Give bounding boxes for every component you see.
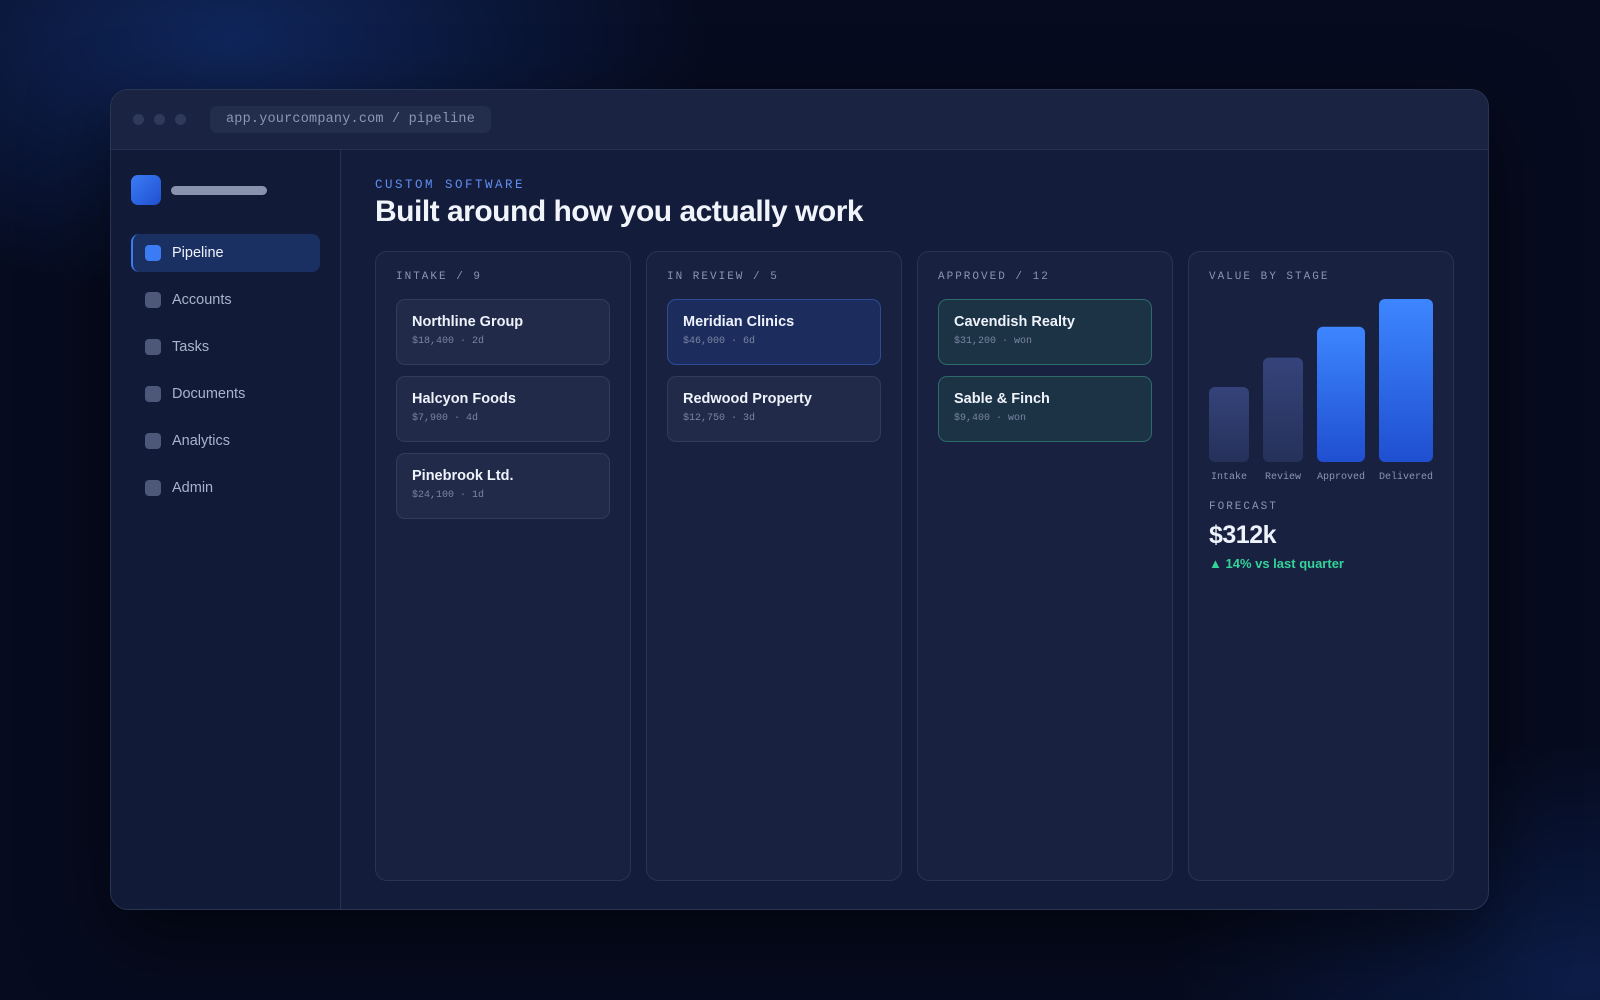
deal-meta: $18,400 · 2d xyxy=(412,336,485,347)
title-bar: app.yourcompany.com / pipeline xyxy=(111,90,1488,150)
square-icon xyxy=(145,292,161,308)
tick-label-delivered: Delivered xyxy=(1379,471,1433,483)
square-icon xyxy=(145,386,161,402)
square-icon xyxy=(145,245,161,261)
square-icon xyxy=(145,339,161,355)
deal-name: Redwood Property xyxy=(683,391,812,407)
column-title: INTAKE / 9 xyxy=(396,271,483,283)
deal-meta: $9,400 · won xyxy=(954,413,1027,424)
deal-card[interactable]: Pinebrook Ltd. $24,100 · 1d xyxy=(396,453,610,519)
sidebar-item-tasks[interactable]: Tasks xyxy=(131,328,320,366)
main-content: CUSTOM SOFTWARE Built around how you act… xyxy=(341,150,1488,909)
tick-label-approved: Approved xyxy=(1317,471,1365,483)
column-in-review: IN REVIEW / 5 Meridian Clinics $46,000 ·… xyxy=(646,251,902,881)
sidebar-item-admin[interactable]: Admin xyxy=(131,469,320,507)
deal-name: Halcyon Foods xyxy=(412,391,516,407)
value-by-stage-panel: VALUE BY STAGE Intake Review Approved Deliv… xyxy=(1188,251,1454,881)
deal-name: Pinebrook Ltd. xyxy=(412,468,514,484)
sidebar-item-label: Documents xyxy=(172,386,246,402)
tick-label-review: Review xyxy=(1265,471,1301,483)
panel-title: VALUE BY STAGE xyxy=(1209,271,1330,283)
sidebar-nav: Pipeline Accounts Tasks Documents Analyt… xyxy=(131,234,320,507)
deal-meta: $24,100 · 1d xyxy=(412,490,485,501)
sidebar-item-label: Tasks xyxy=(172,339,210,355)
sidebar-item-analytics[interactable]: Analytics xyxy=(131,422,320,460)
minimize-window-dot[interactable] xyxy=(154,114,165,125)
square-icon xyxy=(145,433,161,449)
value-by-stage-chart: Intake Review Approved Delivered xyxy=(1209,299,1433,489)
sidebar-item-pipeline[interactable]: Pipeline xyxy=(131,234,320,272)
forecast-label: FORECAST xyxy=(1209,501,1278,513)
sidebar-item-accounts[interactable]: Accounts xyxy=(131,281,320,319)
deal-name: Northline Group xyxy=(412,314,524,330)
deal-meta: $7,900 · 4d xyxy=(412,413,479,424)
column-approved: APPROVED / 12 Cavendish Realty $31,200 ·… xyxy=(917,251,1173,881)
sidebar-item-label: Pipeline xyxy=(172,245,224,261)
sidebar-item-label: Analytics xyxy=(172,433,231,449)
column-title: APPROVED / 12 xyxy=(938,271,1050,283)
brand[interactable] xyxy=(131,175,320,205)
column-title: IN REVIEW / 5 xyxy=(667,271,779,283)
deal-meta: $46,000 · 6d xyxy=(683,336,756,347)
bar-delivered xyxy=(1379,299,1433,462)
brand-name-placeholder xyxy=(171,185,267,195)
page-eyebrow: CUSTOM SOFTWARE xyxy=(375,178,526,192)
maximize-window-dot[interactable] xyxy=(175,114,186,125)
bar-chart-svg: Intake Review Approved Delivered xyxy=(1209,299,1433,483)
deal-meta: $12,750 · 3d xyxy=(683,413,756,424)
deal-name: Sable & Finch xyxy=(954,391,1050,407)
deal-name: Meridian Clinics xyxy=(683,314,795,330)
deal-card[interactable]: Redwood Property $12,750 · 3d xyxy=(667,376,881,442)
bar-approved xyxy=(1317,326,1365,462)
deal-card[interactable]: Northline Group $18,400 · 2d xyxy=(396,299,610,365)
pipeline-board: INTAKE / 9 Northline Group $18,400 · 2d … xyxy=(375,251,1454,881)
bar-intake xyxy=(1209,387,1249,462)
tick-label-intake: Intake xyxy=(1211,471,1247,483)
forecast-delta: ▲ 14% vs last quarter xyxy=(1209,556,1344,571)
square-icon xyxy=(145,480,161,496)
deal-meta: $31,200 · won xyxy=(954,336,1033,347)
app-window: app.yourcompany.com / pipeline Pipeline … xyxy=(110,89,1489,910)
deal-card[interactable]: Sable & Finch $9,400 · won xyxy=(938,376,1152,442)
logo-icon xyxy=(131,175,161,205)
deal-card[interactable]: Meridian Clinics $46,000 · 6d xyxy=(667,299,881,365)
deal-name: Cavendish Realty xyxy=(954,314,1075,330)
sidebar-item-label: Admin xyxy=(172,480,214,496)
sidebar-item-label: Accounts xyxy=(172,292,232,308)
forecast-value: $312k xyxy=(1209,521,1277,549)
close-window-dot[interactable] xyxy=(133,114,144,125)
address-bar[interactable]: app.yourcompany.com / pipeline xyxy=(210,106,492,133)
sidebar: Pipeline Accounts Tasks Documents Analyt… xyxy=(111,150,341,909)
deal-card[interactable]: Cavendish Realty $31,200 · won xyxy=(938,299,1152,365)
column-intake: INTAKE / 9 Northline Group $18,400 · 2d … xyxy=(375,251,631,881)
bar-review xyxy=(1263,357,1303,462)
page-title: Built around how you actually work xyxy=(375,195,864,228)
sidebar-item-documents[interactable]: Documents xyxy=(131,375,320,413)
deal-card[interactable]: Halcyon Foods $7,900 · 4d xyxy=(396,376,610,442)
